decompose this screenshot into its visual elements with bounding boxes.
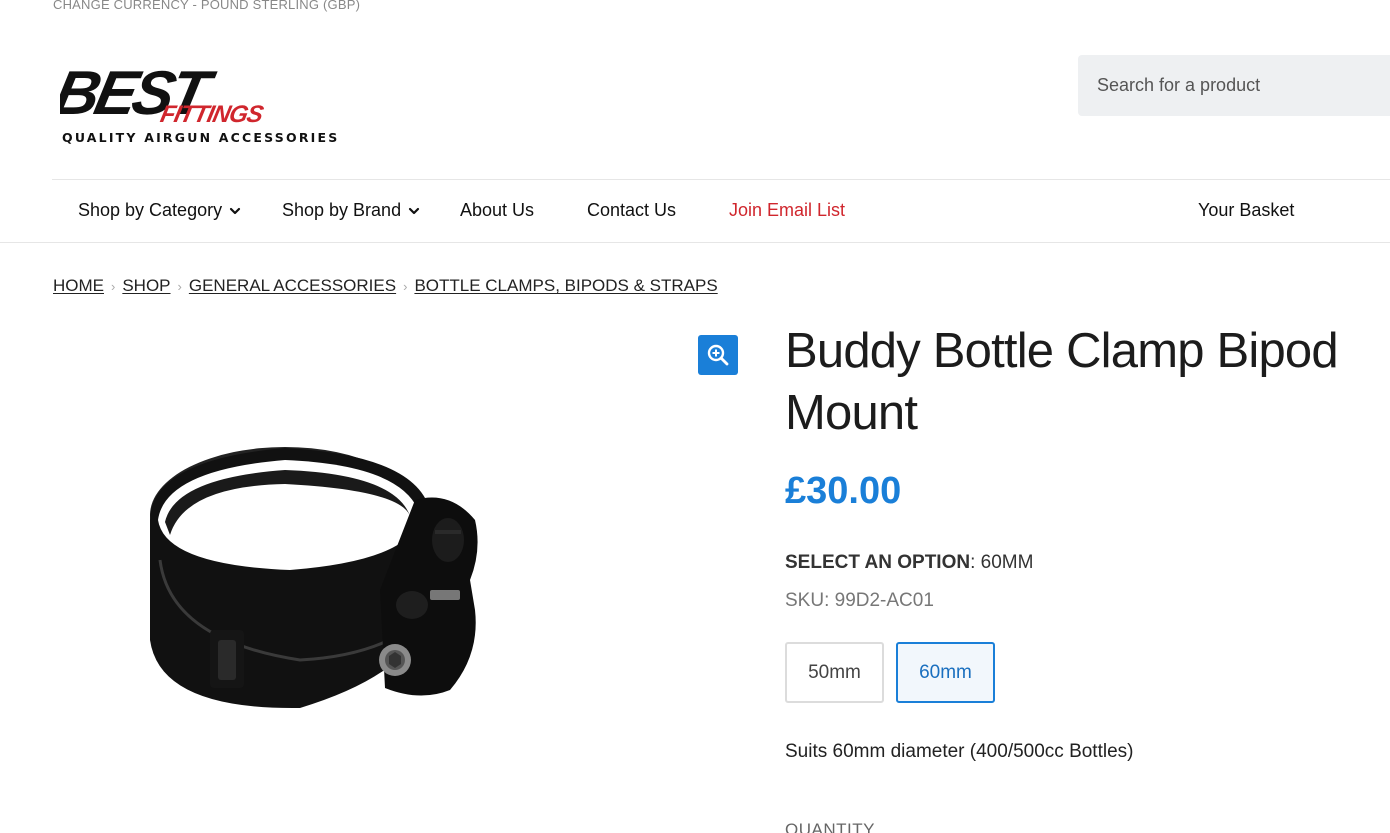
- variant-description: Suits 60mm diameter (400/500cc Bottles): [785, 741, 1134, 762]
- svg-text:FITTINGS: FITTINGS: [158, 101, 266, 128]
- product-title: Buddy Bottle Clamp Bipod Mount: [785, 324, 1339, 440]
- best-fittings-logo[interactable]: BEST FITTINGS QUALITY AIRGUN ACCESSORIES: [60, 62, 340, 146]
- nav-shop-by-brand[interactable]: Shop by Brand: [282, 200, 420, 221]
- product-price: £30.00: [785, 470, 902, 512]
- option-value: : 60MM: [970, 552, 1034, 573]
- nav-shop-by-category[interactable]: Shop by Category: [78, 200, 241, 221]
- search-box[interactable]: [1078, 55, 1390, 116]
- chevron-down-icon: [408, 207, 420, 214]
- nav-label: Shop by Brand: [282, 200, 402, 220]
- search-input[interactable]: [1078, 55, 1390, 116]
- nav-about-us[interactable]: About Us: [460, 200, 534, 221]
- zoom-in-icon: [707, 344, 729, 366]
- option-label: SELECT AN OPTION: [785, 552, 971, 573]
- selected-option-line: SELECT AN OPTION: 60MM: [785, 552, 1033, 574]
- option-50mm-button[interactable]: 50mm: [785, 642, 884, 703]
- your-basket-link[interactable]: Your Basket: [1198, 200, 1294, 221]
- svg-text:QUALITY AIRGUN ACCESSORIES: QUALITY AIRGUN ACCESSORIES: [62, 130, 339, 145]
- chevron-right-icon: ›: [177, 278, 182, 294]
- nav-join-email-list[interactable]: Join Email List: [729, 200, 845, 221]
- currency-switcher[interactable]: CHANGE CURRENCY - POUND STERLING (GBP): [53, 0, 360, 12]
- chevron-down-icon: [229, 207, 241, 214]
- product-sku: SKU: 99D2-AC01: [785, 590, 934, 611]
- image-zoom-button[interactable]: [698, 335, 738, 375]
- main-nav: Shop by Category Shop by Brand About Us …: [0, 180, 1390, 242]
- chevron-right-icon: ›: [403, 278, 408, 294]
- breadcrumb-general-accessories[interactable]: GENERAL ACCESSORIES: [189, 276, 396, 296]
- breadcrumb: HOME › SHOP › GENERAL ACCESSORIES › BOTT…: [53, 276, 718, 296]
- option-60mm-button[interactable]: 60mm: [896, 642, 995, 703]
- breadcrumb-home[interactable]: HOME: [53, 276, 104, 296]
- quantity-label: QUANTITY: [785, 820, 875, 833]
- chevron-right-icon: ›: [111, 278, 116, 294]
- breadcrumb-shop[interactable]: SHOP: [122, 276, 170, 296]
- breadcrumb-bottle-clamps[interactable]: BOTTLE CLAMPS, BIPODS & STRAPS: [414, 276, 717, 296]
- nav-divider-bottom: [0, 242, 1390, 243]
- product-image[interactable]: [130, 440, 500, 730]
- nav-contact-us[interactable]: Contact Us: [587, 200, 676, 221]
- nav-label: Shop by Category: [78, 200, 223, 220]
